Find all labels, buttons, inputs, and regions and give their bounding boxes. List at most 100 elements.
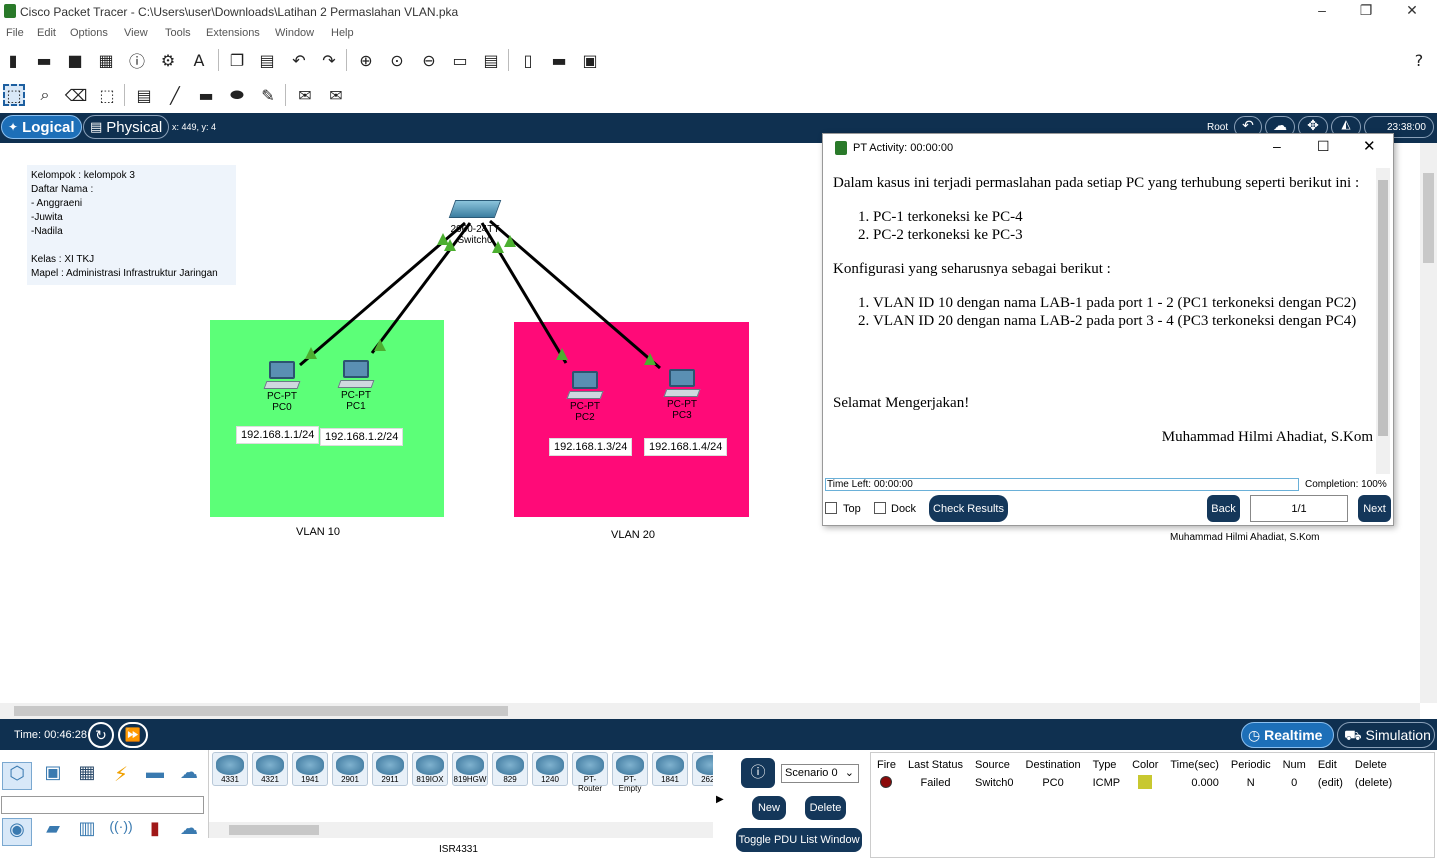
menu-help[interactable]: Help: [331, 27, 354, 39]
pc-device[interactable]: PC-PT PC1: [331, 360, 381, 412]
delete-cell[interactable]: (delete): [1349, 774, 1398, 792]
resize-icon[interactable]: ⬚: [96, 84, 118, 106]
horizontal-scrollbar[interactable]: [0, 703, 1420, 719]
subcat-wan-emulation-icon[interactable]: ☁: [174, 818, 204, 846]
info-icon[interactable]: ⓘ: [126, 49, 148, 71]
device-router[interactable]: PT-Empty: [612, 752, 648, 793]
check-results-button[interactable]: Check Results: [929, 495, 1008, 522]
fast-forward-icon[interactable]: ⏩: [118, 722, 148, 748]
category-components-icon[interactable]: ▦: [72, 762, 102, 790]
device-router[interactable]: 1240: [532, 752, 568, 786]
subcat-routers-icon[interactable]: ◉: [2, 818, 32, 846]
open-folder-icon[interactable]: ▬: [33, 49, 55, 71]
new-scenario-button[interactable]: New: [752, 796, 786, 820]
select-tool-icon[interactable]: ⬚: [3, 84, 25, 106]
activity-window[interactable]: PT Activity: 00:00:00 – ☐ ✕ Dalam kasus …: [822, 133, 1394, 526]
category-network-devices-icon[interactable]: ⬡: [2, 762, 32, 790]
zoom-out-icon[interactable]: ⊖: [418, 49, 440, 71]
subcat-switches-icon[interactable]: ▰: [38, 818, 68, 846]
category-multiuser-icon[interactable]: ☁: [174, 762, 204, 790]
delete-scenario-button[interactable]: Delete: [805, 796, 846, 820]
pdu-row[interactable]: Failed Switch0 PC0 ICMP 0.000 N 0 (edit)…: [871, 774, 1398, 792]
activity-scrollbar[interactable]: [1376, 168, 1390, 474]
scroll-thumb[interactable]: [229, 825, 319, 835]
paste-icon[interactable]: ▤: [256, 49, 278, 71]
device-router[interactable]: 1941: [292, 752, 328, 786]
device-router[interactable]: 2911: [372, 752, 408, 786]
device-router[interactable]: 829: [492, 752, 528, 786]
device-router[interactable]: 1841: [652, 752, 688, 786]
vertical-scrollbar[interactable]: [1420, 143, 1437, 703]
menu-tools[interactable]: Tools: [165, 27, 191, 39]
pc-device[interactable]: PC-PT PC3: [657, 369, 707, 421]
complex-pdu-icon[interactable]: ✉: [325, 84, 347, 106]
menu-extensions[interactable]: Extensions: [206, 27, 260, 39]
ellipse-tool-icon[interactable]: ⬬: [226, 84, 248, 106]
help-icon[interactable]: ?: [1408, 49, 1430, 71]
scroll-thumb[interactable]: [1378, 180, 1388, 436]
zoom-reset-icon[interactable]: ⊙: [386, 49, 408, 71]
device-list-scrollbar[interactable]: [209, 822, 713, 838]
note-tool-icon[interactable]: ▤: [133, 84, 155, 106]
next-button[interactable]: Next: [1358, 495, 1391, 522]
subcat-hubs-icon[interactable]: ▥: [72, 818, 102, 846]
dock-checkbox[interactable]: [874, 502, 886, 514]
device-router[interactable]: 4321: [252, 752, 288, 786]
menu-edit[interactable]: Edit: [37, 27, 56, 39]
collapse-arrow-icon[interactable]: ▶: [716, 794, 724, 805]
custom-devices-dialog-icon[interactable]: ▤: [480, 49, 502, 71]
menu-options[interactable]: Options: [70, 27, 108, 39]
scenario-info-icon[interactable]: ⓘ: [741, 758, 775, 788]
category-end-devices-icon[interactable]: ▣: [38, 762, 68, 790]
device-router[interactable]: 2901: [332, 752, 368, 786]
undo-icon[interactable]: ↶: [288, 49, 310, 71]
device-router[interactable]: 819HGW: [452, 752, 488, 786]
fire-icon[interactable]: [880, 775, 893, 788]
copy-icon[interactable]: ❐: [226, 49, 248, 71]
scroll-thumb[interactable]: [1423, 173, 1434, 263]
power-cycle-icon[interactable]: ↻: [88, 722, 114, 748]
simple-pdu-icon[interactable]: ✉: [294, 84, 316, 106]
notes-icon[interactable]: ▯: [517, 49, 539, 71]
network-info-icon[interactable]: ▬: [548, 49, 570, 71]
realtime-button[interactable]: ◷ Realtime: [1241, 722, 1334, 748]
close-button[interactable]: ✕: [1392, 2, 1432, 19]
drawing-palette-icon[interactable]: ▭: [449, 49, 471, 71]
device-router[interactable]: 819IOX: [412, 752, 448, 786]
new-file-icon[interactable]: ▮: [2, 49, 24, 71]
activity-wizard-icon[interactable]: A: [188, 49, 210, 71]
inspect-icon[interactable]: ⌕: [34, 84, 56, 106]
activity-close-button[interactable]: ✕: [1363, 137, 1376, 155]
device-router[interactable]: 4331: [212, 752, 248, 786]
redo-icon[interactable]: ↷: [318, 49, 340, 71]
print-icon[interactable]: ▦: [95, 49, 117, 71]
device-router[interactable]: PT-Router: [572, 752, 608, 793]
subcat-wireless-icon[interactable]: ((·)): [106, 818, 136, 846]
custom-device-icon[interactable]: ⚙: [157, 49, 179, 71]
scroll-thumb[interactable]: [14, 706, 508, 716]
line-tool-icon[interactable]: ╱: [164, 84, 186, 106]
restore-button[interactable]: ❐: [1346, 2, 1386, 19]
screenshot-icon[interactable]: ▣: [579, 49, 601, 71]
category-misc-icon[interactable]: ▬: [140, 762, 170, 790]
category-search-field[interactable]: [1, 796, 204, 814]
activity-maximize-button[interactable]: ☐: [1317, 138, 1330, 155]
pc-device[interactable]: PC-PT PC0: [257, 361, 307, 413]
back-button[interactable]: Back: [1207, 495, 1240, 522]
subcat-security-icon[interactable]: ▮: [140, 818, 170, 846]
menu-view[interactable]: View: [124, 27, 148, 39]
activity-minimize-button[interactable]: –: [1273, 138, 1281, 154]
toggle-pdu-list-button[interactable]: Toggle PDU List Window: [736, 828, 862, 852]
logical-tab[interactable]: ✦ Logical: [1, 115, 82, 139]
delete-icon[interactable]: ⌫: [65, 84, 88, 106]
root-label[interactable]: Root: [1207, 122, 1228, 133]
scenario-select[interactable]: Scenario 0 ⌄: [781, 764, 859, 783]
menu-file[interactable]: File: [6, 27, 24, 39]
physical-tab[interactable]: ▤ Physical: [83, 115, 170, 139]
switch-device[interactable]: 2960-24TT Switch0: [445, 200, 505, 246]
simulation-button[interactable]: ⛟ Simulation: [1337, 722, 1435, 748]
rectangle-tool-icon[interactable]: ▬: [195, 84, 217, 106]
freeform-tool-icon[interactable]: ✎: [257, 84, 279, 106]
pc-device[interactable]: PC-PT PC2: [560, 371, 610, 423]
device-router[interactable]: 2620: [692, 752, 713, 786]
